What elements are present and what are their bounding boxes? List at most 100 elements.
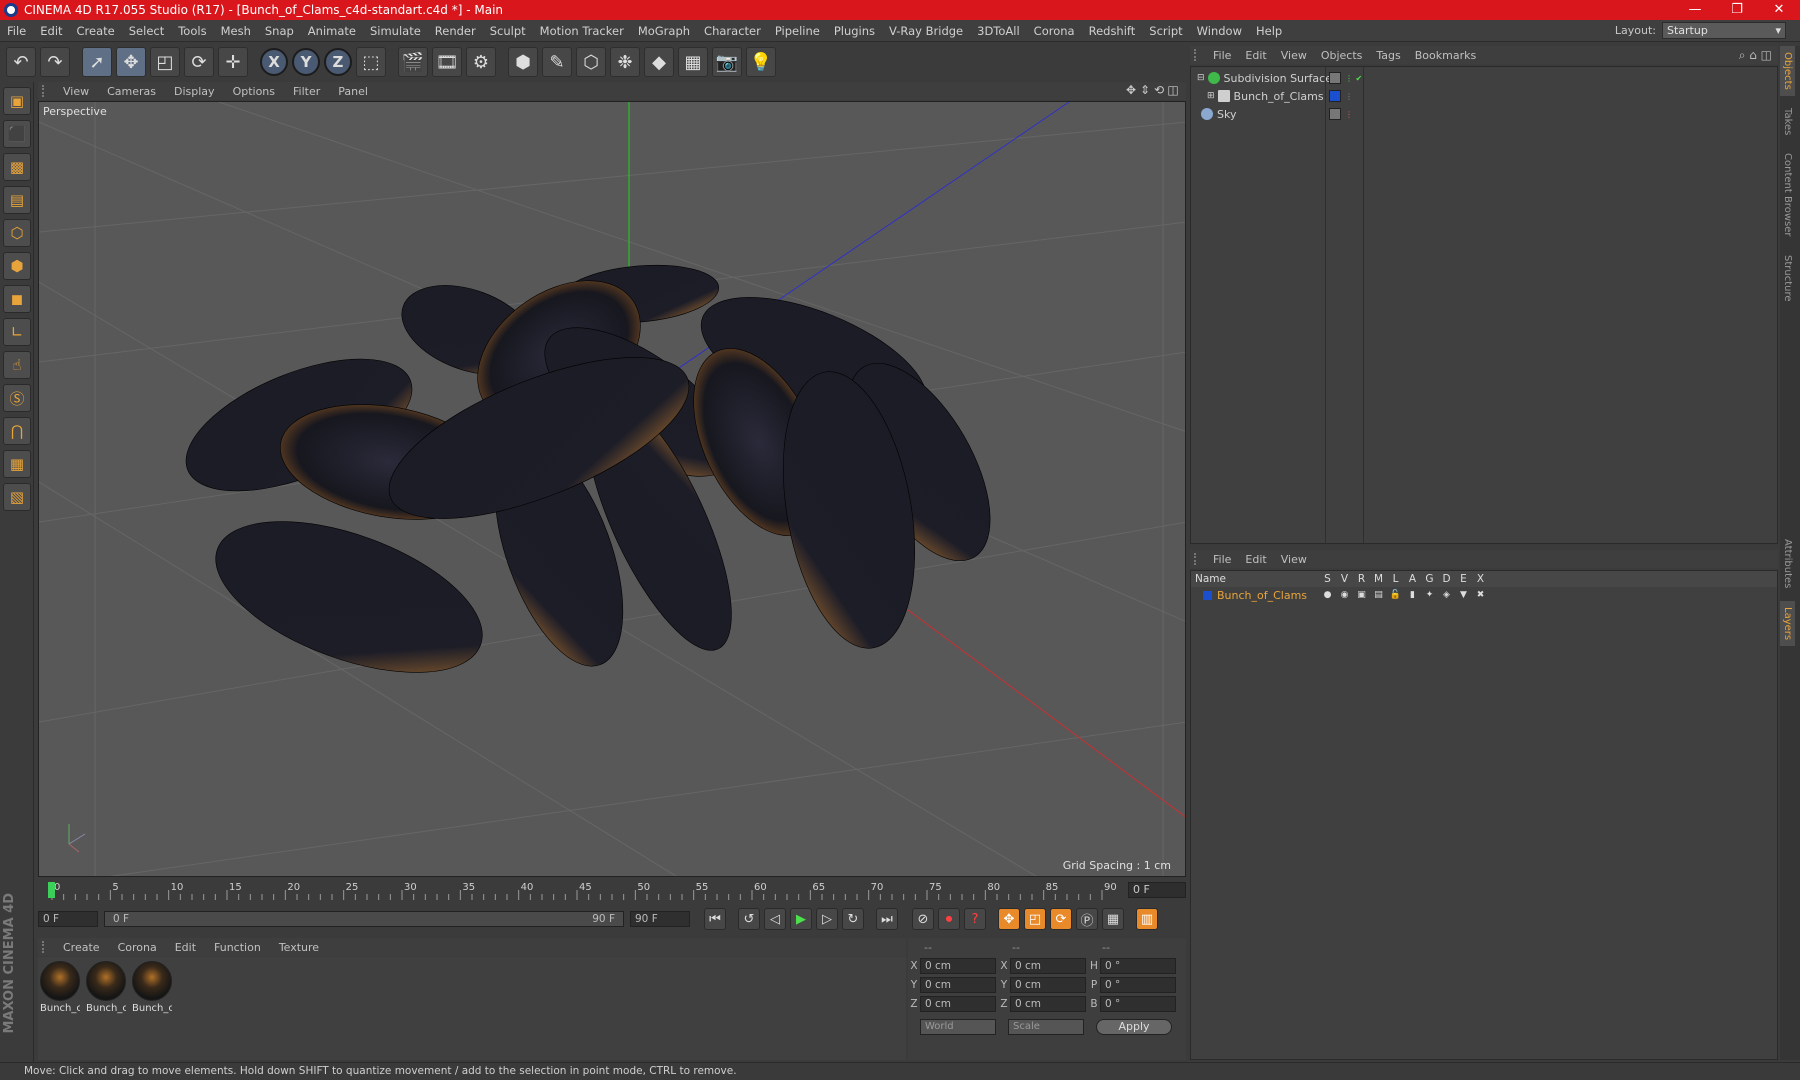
playhead-marker[interactable] xyxy=(48,882,55,898)
cube-primitive-icon[interactable]: ⬢ xyxy=(508,47,538,77)
menu-snap[interactable]: Snap xyxy=(258,24,301,38)
rotation-b-field[interactable]: 0 ° xyxy=(1100,995,1176,1012)
object-row-bunch-of-clams[interactable]: ⊞ Bunch_of_Clams ⋮ xyxy=(1191,87,1777,105)
animation-toggle-icon[interactable]: ▮ xyxy=(1404,590,1421,600)
select-tool-icon[interactable]: ➚ xyxy=(82,47,112,77)
viewport-menu-display[interactable]: Display xyxy=(165,85,224,98)
axis-mode-icon[interactable]: ∟ xyxy=(3,318,31,346)
panel-grip-icon[interactable] xyxy=(42,85,54,97)
edges-mode-icon[interactable]: ⬢ xyxy=(3,252,31,280)
end-frame-field[interactable]: 90 F xyxy=(630,911,690,927)
make-editable-icon[interactable]: ▣ xyxy=(3,87,31,115)
light-icon[interactable]: 💡 xyxy=(746,47,776,77)
size-z-field[interactable]: 0 cm xyxy=(1010,995,1086,1012)
material-menu-edit[interactable]: Edit xyxy=(166,941,205,954)
viewport-menu-filter[interactable]: Filter xyxy=(284,85,329,98)
move-tool-icon[interactable]: ✥ xyxy=(116,47,146,77)
expand-icon[interactable]: ⊞ xyxy=(1207,91,1215,101)
x-axis-lock-button[interactable]: X xyxy=(260,48,288,76)
floor-icon[interactable]: ▦ xyxy=(678,47,708,77)
coordinate-system-icon[interactable]: ⬚ xyxy=(356,47,386,77)
viewport-menu-panel[interactable]: Panel xyxy=(329,85,377,98)
go-to-end-icon[interactable]: ⏭ xyxy=(876,908,898,930)
menu-plugins[interactable]: Plugins xyxy=(827,24,882,38)
material-menu-create[interactable]: Create xyxy=(54,941,109,954)
render-picture-viewer-icon[interactable]: 🎞 xyxy=(432,47,462,77)
key-scale-icon[interactable]: ◰ xyxy=(1024,908,1046,930)
perspective-viewport[interactable]: Perspective Grid Spacing : 1 cm xyxy=(38,101,1186,877)
om-menu-bookmarks[interactable]: Bookmarks xyxy=(1408,49,1483,62)
workplane-icon[interactable]: ▤ xyxy=(3,186,31,214)
menu-render[interactable]: Render xyxy=(428,24,483,38)
menu-edit[interactable]: Edit xyxy=(33,24,69,38)
om-menu-view[interactable]: View xyxy=(1274,49,1314,62)
polygons-mode-icon[interactable]: ◼ xyxy=(3,285,31,313)
redo-icon[interactable]: ↷ xyxy=(40,47,70,77)
collapse-icon[interactable]: ⊟ xyxy=(1197,73,1205,83)
play-icon[interactable]: ▶ xyxy=(790,908,812,930)
spline-pen-icon[interactable]: ✎ xyxy=(542,47,572,77)
menu-vray-bridge[interactable]: V-Ray Bridge xyxy=(882,24,970,38)
lm-menu-view[interactable]: View xyxy=(1274,553,1314,566)
visibility-toggle-icon[interactable] xyxy=(1329,108,1341,120)
go-to-start-icon[interactable]: ⏮ xyxy=(704,908,726,930)
camera-icon[interactable]: 📷 xyxy=(712,47,742,77)
position-y-field[interactable]: 0 cm xyxy=(920,976,996,993)
position-z-field[interactable]: 0 cm xyxy=(920,995,996,1012)
size-x-field[interactable]: 0 cm xyxy=(1010,957,1086,974)
menu-motion-tracker[interactable]: Motion Tracker xyxy=(533,24,631,38)
layout-dropdown[interactable]: Startup xyxy=(1662,22,1786,39)
menu-file[interactable]: File xyxy=(0,24,33,38)
om-menu-edit[interactable]: Edit xyxy=(1238,49,1273,62)
key-rotation-icon[interactable]: ⟳ xyxy=(1050,908,1072,930)
menu-create[interactable]: Create xyxy=(70,24,122,38)
menu-sculpt[interactable]: Sculpt xyxy=(483,24,533,38)
deformer-icon[interactable]: ◆ xyxy=(644,47,674,77)
material-swatch[interactable]: Bunch_c xyxy=(40,961,82,1014)
texture-mode-icon[interactable]: ▩ xyxy=(3,153,31,181)
panel-grip-icon[interactable] xyxy=(1194,553,1206,565)
frame-range-slider[interactable]: 0 F 90 F xyxy=(104,911,624,927)
y-axis-lock-button[interactable]: Y xyxy=(292,48,320,76)
cloner-icon[interactable]: ❉ xyxy=(610,47,640,77)
generators-toggle-icon[interactable]: ✦ xyxy=(1421,590,1438,600)
om-menu-file[interactable]: File xyxy=(1206,49,1238,62)
render-view-icon[interactable]: 🎬 xyxy=(398,47,428,77)
view-toggle-icon[interactable]: ◉ xyxy=(1336,590,1353,600)
rotation-p-field[interactable]: 0 ° xyxy=(1100,976,1176,993)
maximize-button[interactable]: ❐ xyxy=(1716,0,1758,20)
menu-3dtoall[interactable]: 3DToAll xyxy=(970,24,1027,38)
layer-color-swatch[interactable] xyxy=(1203,590,1212,600)
key-position-icon[interactable]: ✥ xyxy=(998,908,1020,930)
scale-tool-icon[interactable]: ◰ xyxy=(150,47,180,77)
menu-simulate[interactable]: Simulate xyxy=(363,24,428,38)
undo-icon[interactable]: ↶ xyxy=(6,47,36,77)
visibility-dots-icon[interactable]: ⋮ xyxy=(1345,110,1353,119)
viewport-rotate-icon[interactable]: ⟲ xyxy=(1152,83,1166,97)
visibility-dots-icon[interactable]: ⋮ xyxy=(1345,92,1353,101)
visibility-toggle-icon[interactable] xyxy=(1329,72,1341,84)
size-y-field[interactable]: 0 cm xyxy=(1010,976,1086,993)
position-x-field[interactable]: 0 cm xyxy=(920,957,996,974)
material-swatch[interactable]: Bunch_c xyxy=(86,961,128,1014)
deformers-toggle-icon[interactable]: ◈ xyxy=(1438,590,1455,600)
om-menu-objects[interactable]: Objects xyxy=(1314,49,1370,62)
expressions-toggle-icon[interactable]: ▼ xyxy=(1455,590,1472,600)
menu-character[interactable]: Character xyxy=(697,24,768,38)
model-mode-icon[interactable]: ⬛ xyxy=(3,120,31,148)
layer-row[interactable]: Bunch_of_Clams ● ◉ ▣ ▤ 🔓 ▮ ✦ ◈ ▼ ✖ xyxy=(1191,587,1777,603)
tweak-mode-icon[interactable]: ☝ xyxy=(3,351,31,379)
object-row-sky[interactable]: Sky ⋮ xyxy=(1191,105,1777,123)
menu-mesh[interactable]: Mesh xyxy=(214,24,258,38)
minimize-button[interactable]: — xyxy=(1674,0,1716,20)
tab-structure[interactable]: Structure xyxy=(1780,249,1795,308)
z-axis-lock-button[interactable]: Z xyxy=(324,48,352,76)
multi-tool-icon[interactable]: ✛ xyxy=(218,47,248,77)
start-frame-field[interactable]: 0 F xyxy=(38,911,98,927)
keyframe-selection-icon[interactable]: ? xyxy=(964,908,986,930)
previous-frame-icon[interactable]: ◁ xyxy=(764,908,786,930)
solo-toggle-icon[interactable]: ● xyxy=(1319,590,1336,600)
viewport-menu-view[interactable]: View xyxy=(54,85,98,98)
material-menu-corona[interactable]: Corona xyxy=(109,941,166,954)
lm-menu-edit[interactable]: Edit xyxy=(1238,553,1273,566)
